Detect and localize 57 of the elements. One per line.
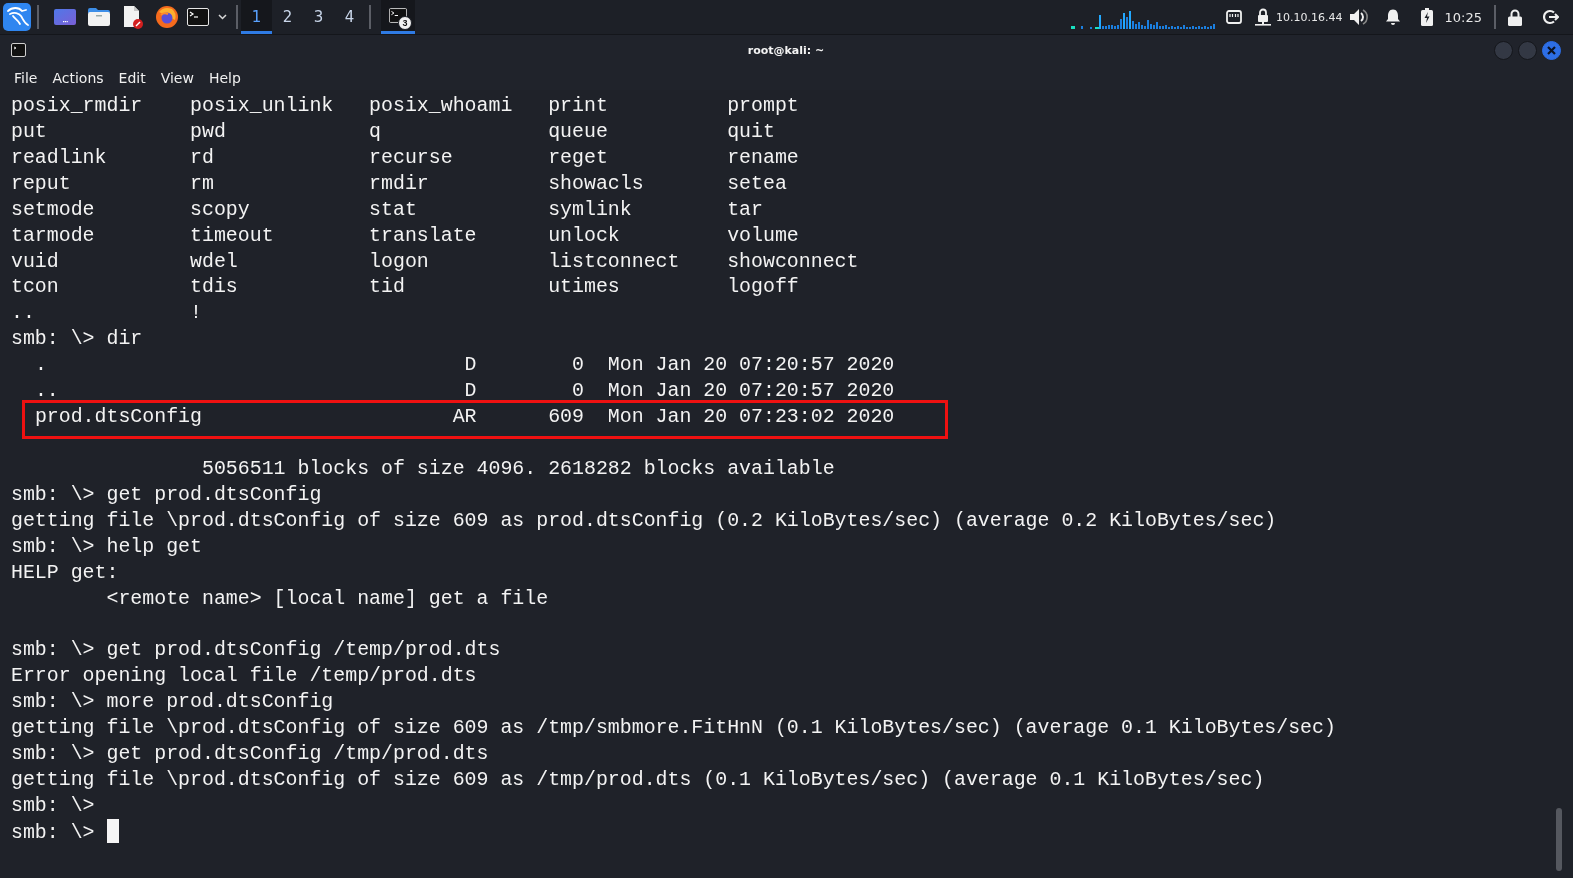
close-button[interactable] bbox=[1542, 40, 1561, 60]
menu-item[interactable]: Edit bbox=[118, 69, 146, 86]
logout-icon[interactable] bbox=[1543, 9, 1559, 25]
terminal-icon[interactable] bbox=[186, 8, 209, 26]
terminal-line: setmode scopy stat symlink tar bbox=[11, 197, 763, 221]
terminal-line: getting file \prod.dtsConfig of size 609 as /tmp/smbmore.FitHnN (0.1 KiloBytes/sec) (average 0.1 KiloBytes/sec) bbox=[11, 716, 1336, 740]
folder-icon[interactable] bbox=[88, 8, 110, 26]
terminal-line: tcon tdis tid utimes logoff bbox=[11, 275, 799, 299]
caret-icon[interactable] bbox=[217, 14, 227, 20]
terminal-line: .. ! bbox=[11, 301, 202, 325]
count-badge: 3 bbox=[398, 16, 412, 30]
workspace-tab[interactable]: 4 bbox=[334, 0, 365, 34]
menu-item[interactable]: File bbox=[14, 69, 38, 86]
terminal-line: prod.dtsConfig AR 609 Mon Jan 20 07:23:02 2020 bbox=[34, 405, 895, 429]
ethernet-icon bbox=[1226, 10, 1243, 24]
terminal-line: Error opening local file /temp/prod.dts bbox=[11, 664, 477, 688]
terminal-line: smb: \> more prod.dtsConfig bbox=[11, 690, 334, 714]
clock: 10:25 bbox=[1444, 9, 1482, 25]
volume-icon[interactable] bbox=[1349, 9, 1368, 25]
terminal-line: getting file \prod.dtsConfig of size 609 as /tmp/prod.dts (0.1 KiloBytes/sec) (average 0.1 KiloBytes/sec) bbox=[11, 767, 1265, 791]
terminal-icon bbox=[11, 43, 26, 57]
terminal-line: tarmode timeout translate unlock volume bbox=[11, 223, 799, 247]
document-icon[interactable] bbox=[123, 5, 143, 29]
task-button[interactable]: 3 bbox=[381, 0, 415, 34]
terminal-line: 5056511 blocks of size 4096. 2618282 blocks available bbox=[202, 456, 835, 480]
terminal-line: smb: \> help get bbox=[11, 534, 202, 558]
terminal-line: getting file \prod.dtsConfig of size 609 as prod.dtsConfig (0.2 KiloBytes/sec) (average 0.2 KiloBytes/sec) bbox=[11, 508, 1277, 532]
terminal-line: reput rm rmdir showacls setea bbox=[11, 171, 787, 195]
terminal-line: smb: \> dir bbox=[11, 327, 143, 351]
terminal-line: put pwd q queue quit bbox=[11, 119, 775, 143]
workspace-tab[interactable]: 2 bbox=[272, 0, 303, 34]
menu-item[interactable]: Help bbox=[208, 69, 241, 86]
workspace-tab[interactable]: 3 bbox=[303, 0, 334, 34]
workspace-tab[interactable]: 1 bbox=[241, 0, 272, 34]
terminal-line: .. D 0 Mon Jan 20 07:20:57 2020 bbox=[34, 379, 895, 403]
ip-address: 10.10.16.44 bbox=[1276, 10, 1343, 24]
terminal-line: smb: \> get prod.dtsConfig bbox=[11, 482, 322, 506]
scrollbar-thumb[interactable] bbox=[1556, 808, 1562, 871]
terminal-line: HELP get: bbox=[11, 560, 119, 584]
terminal-line: readlink rd recurse reget rename bbox=[11, 145, 799, 169]
menu-item[interactable]: View bbox=[160, 69, 194, 86]
terminal-line: smb: \> bbox=[11, 820, 95, 844]
terminal-line: vuid wdel logon listconnect showconnect bbox=[11, 249, 859, 273]
terminal-line: smb: \> get prod.dtsConfig /temp/prod.dts bbox=[11, 638, 501, 662]
terminal-line: . D 0 Mon Jan 20 07:20:57 2020 bbox=[34, 353, 895, 377]
lock-icon[interactable] bbox=[1508, 8, 1522, 26]
terminal-line: <remote name> [local name] get a file bbox=[106, 586, 549, 610]
terminal-line: smb: \> bbox=[11, 793, 95, 817]
network-lock-icon bbox=[1255, 8, 1272, 26]
window-title: root@kali: ~ bbox=[747, 43, 825, 57]
terminal-line: smb: \> get prod.dtsConfig /tmp/prod.dts bbox=[11, 742, 489, 766]
battery-icon[interactable] bbox=[1420, 8, 1433, 26]
menu-item[interactable]: Actions bbox=[52, 69, 104, 86]
bell-icon[interactable] bbox=[1384, 9, 1401, 25]
terminal-line: posix_rmdir posix_unlink posix_whoami print prompt bbox=[11, 94, 799, 117]
browser-icon[interactable] bbox=[156, 6, 178, 28]
dragon-icon[interactable] bbox=[3, 3, 31, 31]
